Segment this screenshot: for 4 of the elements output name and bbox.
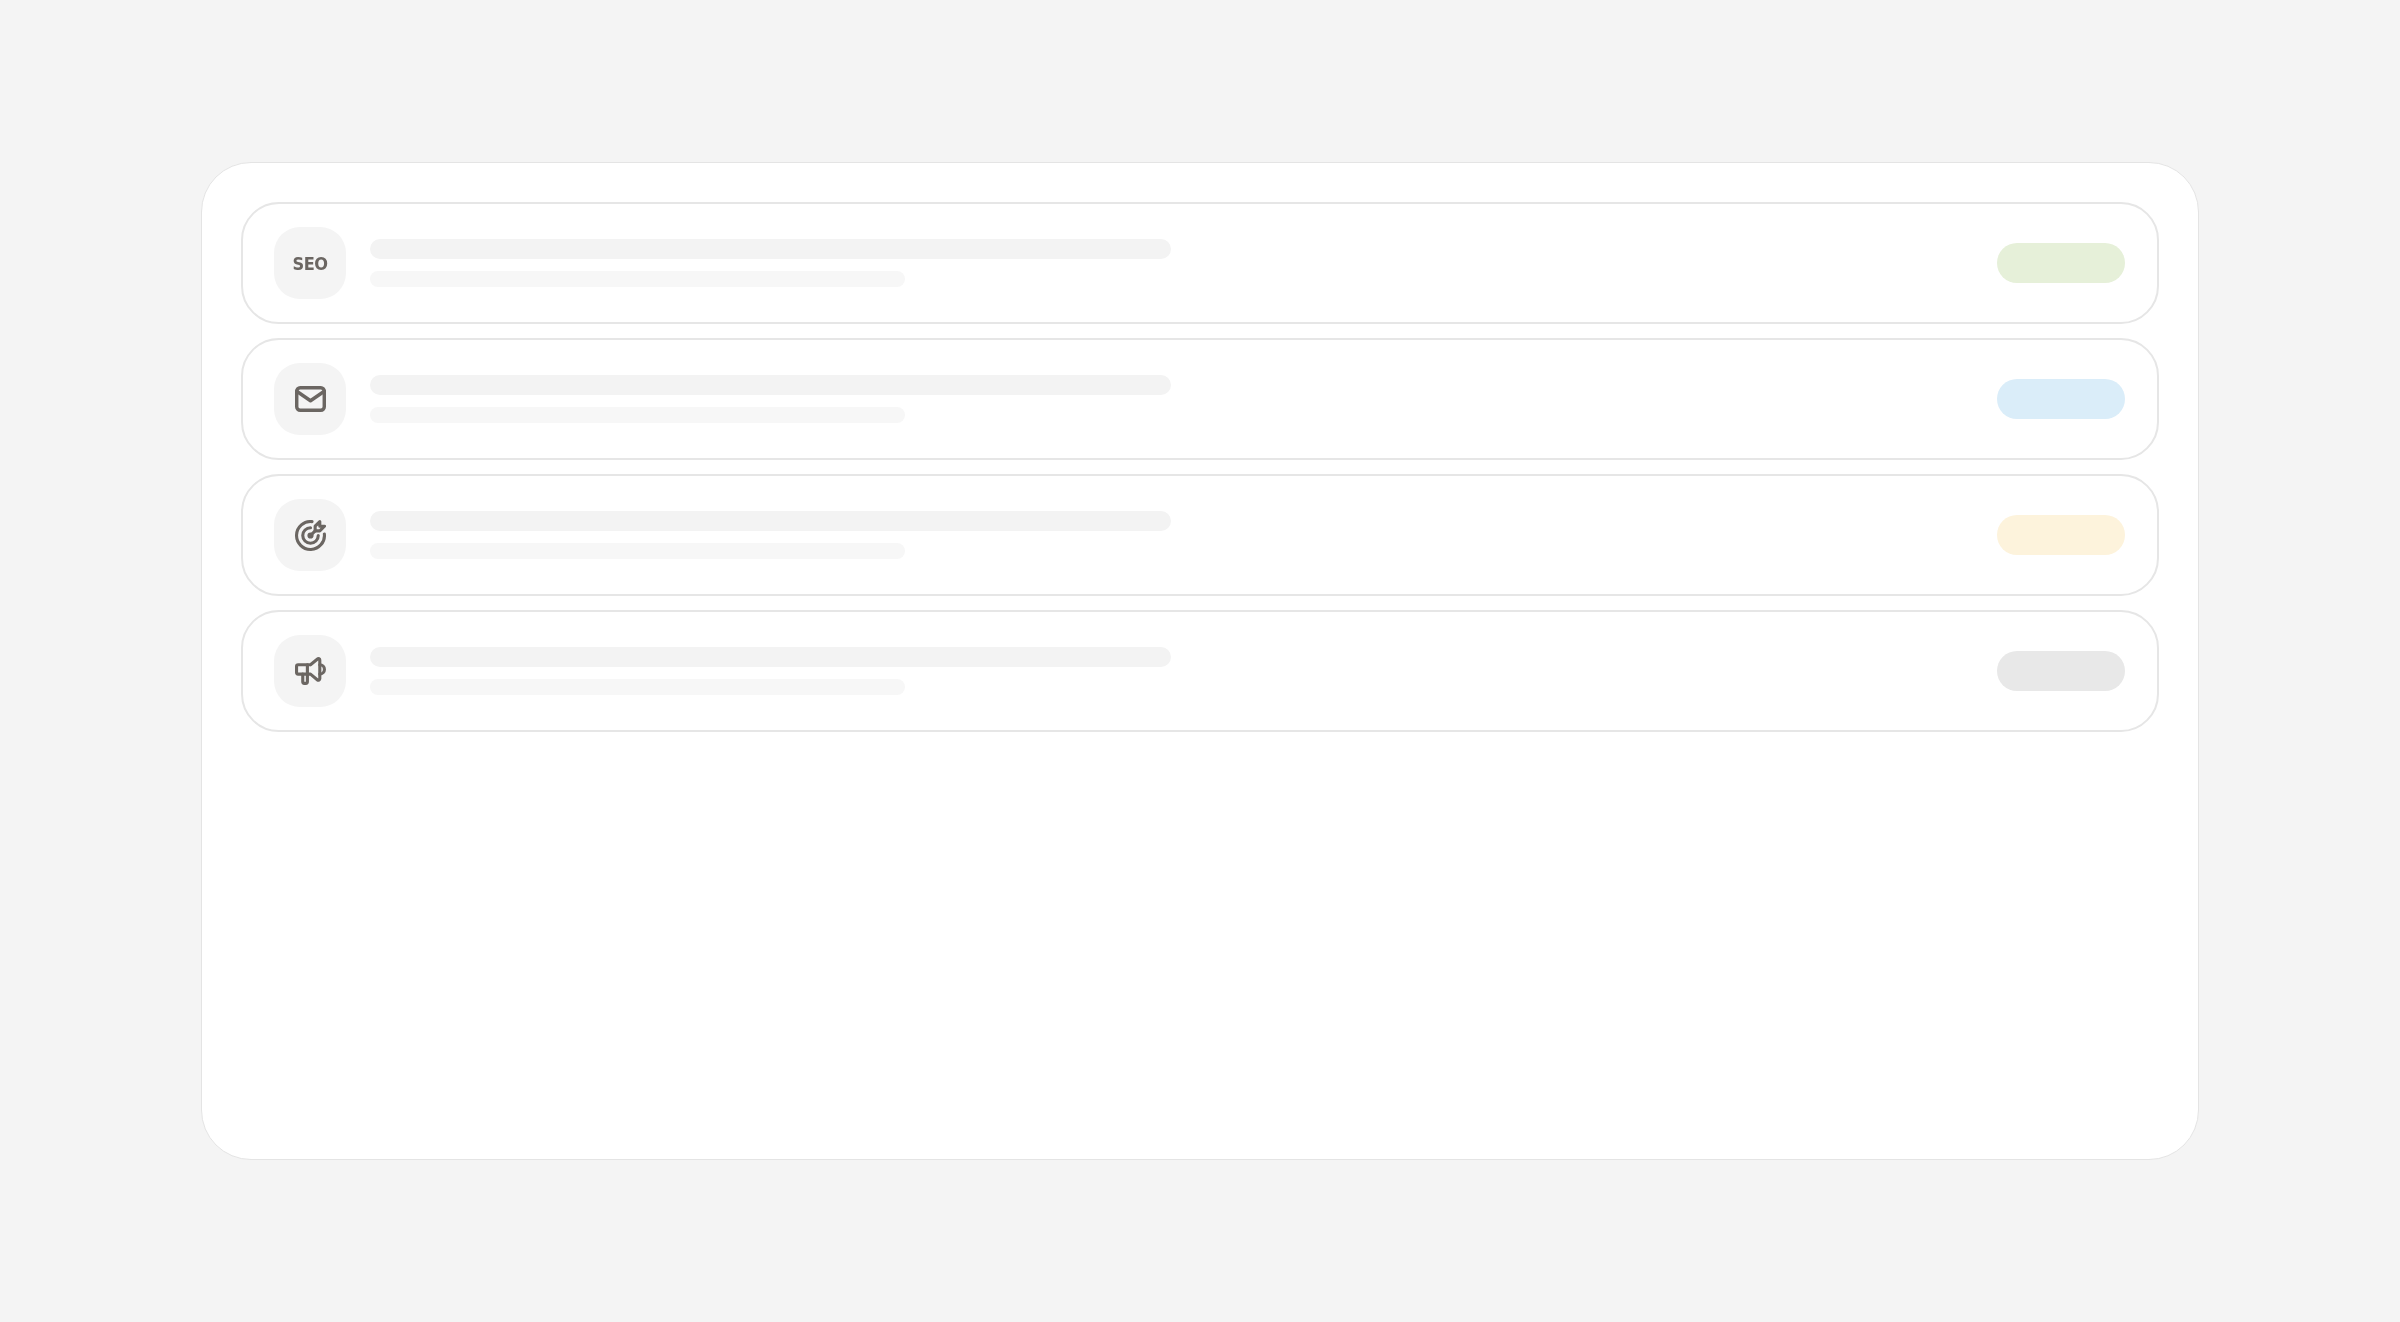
seo-label: SEO bbox=[274, 227, 346, 299]
target-arrow-icon bbox=[274, 499, 346, 571]
megaphone-icon bbox=[274, 635, 346, 707]
mail-icon bbox=[274, 363, 346, 435]
